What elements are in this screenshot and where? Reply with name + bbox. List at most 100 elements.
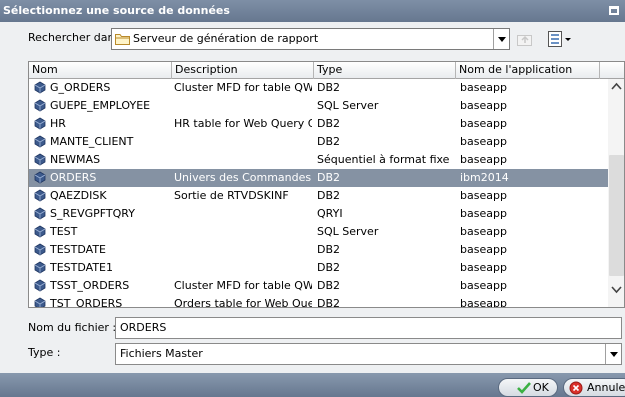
chevron-down-icon[interactable] <box>493 29 509 49</box>
row-type: DB2 <box>317 279 341 292</box>
table-row[interactable]: MANTE_CLIENT DB2 baseapp <box>29 133 608 151</box>
row-application: baseapp <box>460 261 507 274</box>
row-application: baseapp <box>460 297 507 308</box>
row-name-cell: TEST <box>29 223 171 241</box>
row-application: baseapp <box>460 135 507 148</box>
database-icon <box>34 297 46 307</box>
scroll-down-icon[interactable] <box>611 286 622 294</box>
row-description: Sortie de RTVDSKINF <box>174 189 289 202</box>
row-application: baseapp <box>460 117 507 130</box>
row-type: DB2 <box>317 189 341 202</box>
table-row[interactable]: NEWMAS Séquentiel à format fixe baseapp <box>29 151 608 169</box>
table-row[interactable]: TSST_ORDERS Cluster MFD for table QWQCEI D… <box>29 277 608 295</box>
row-application: baseapp <box>460 153 507 166</box>
cancel-icon <box>569 381 583 395</box>
row-name-cell: TESTDATE <box>29 241 171 259</box>
database-icon <box>34 117 46 130</box>
row-name-cell: G_ORDERS <box>29 79 171 97</box>
database-icon <box>34 135 46 148</box>
column-header-type[interactable]: Type <box>314 62 456 79</box>
row-type: DB2 <box>317 243 341 256</box>
database-icon <box>34 279 46 292</box>
row-name: ORDERS <box>50 171 97 184</box>
view-menu-icon[interactable] <box>547 30 573 48</box>
scrollbar-thumb[interactable] <box>609 155 624 276</box>
filename-label: Nom du fichier : <box>28 321 117 334</box>
cancel-button[interactable]: Annuler <box>563 378 625 397</box>
database-icon <box>34 243 46 256</box>
filename-input[interactable]: ORDERS <box>115 317 622 339</box>
table-row[interactable]: HR HR table for Web Query QWQ DB2 baseapp <box>29 115 608 133</box>
row-application: baseapp <box>460 189 507 202</box>
row-name-cell: TSST_ORDERS <box>29 277 171 295</box>
row-application: baseapp <box>460 81 507 94</box>
table-row[interactable]: GUEPE_EMPLOYEE SQL Server baseapp <box>29 97 608 115</box>
chevron-down-icon[interactable] <box>605 344 621 364</box>
table-row[interactable]: TESTDATE DB2 baseapp <box>29 241 608 259</box>
database-icon <box>34 189 46 202</box>
data-source-list[interactable]: Nom Description Type Nom de l'applicatio… <box>28 61 625 308</box>
row-name: G_ORDERS <box>50 81 111 94</box>
row-description: Univers des Commandes <box>174 171 312 184</box>
row-name: NEWMAS <box>50 153 101 166</box>
row-name-cell: TESTDATE1 <box>29 259 171 277</box>
type-dropdown[interactable]: Fichiers Master <box>115 343 622 365</box>
row-type: DB2 <box>317 261 341 274</box>
table-row[interactable]: ORDERS Univers des Commandes DB2 ibm2014 <box>29 169 608 187</box>
type-label: Type : <box>28 346 61 359</box>
row-description <box>172 259 312 277</box>
table-row[interactable]: TESTDATE1 DB2 baseapp <box>29 259 608 277</box>
row-name-cell: S_REVGPFTQRY <box>29 205 171 223</box>
folder-icon <box>115 34 130 45</box>
row-application: ibm2014 <box>460 171 509 184</box>
row-description <box>172 133 312 151</box>
scroll-up-icon[interactable] <box>611 82 622 90</box>
database-icon <box>34 207 46 220</box>
row-type: DB2 <box>317 171 341 184</box>
dialog-titlebar: Sélectionnez une source de données <box>0 0 625 22</box>
row-description: Cluster MFD for table QWQCEI <box>174 279 312 292</box>
row-description <box>172 223 312 241</box>
row-type: DB2 <box>317 81 341 94</box>
row-type: DB2 <box>317 297 341 308</box>
column-header-application[interactable]: Nom de l'application <box>456 62 600 79</box>
table-row[interactable]: QAEZDISK Sortie de RTVDSKINF DB2 baseapp <box>29 187 608 205</box>
lookin-value: Serveur de génération de rapport <box>133 32 319 45</box>
lookin-dropdown[interactable]: Serveur de génération de rapport <box>111 28 510 50</box>
column-header-description[interactable]: Description <box>172 62 314 79</box>
row-description <box>172 205 312 223</box>
row-name-cell: TST_ORDERS <box>29 295 171 308</box>
up-folder-icon[interactable] <box>517 32 533 46</box>
row-name: TESTDATE1 <box>50 261 113 274</box>
row-application: baseapp <box>460 207 507 220</box>
row-description: Orders table for Web Query O <box>174 297 312 308</box>
row-name-cell: NEWMAS <box>29 151 171 169</box>
ok-button[interactable]: OK <box>498 378 558 397</box>
row-type: SQL Server <box>317 225 379 238</box>
row-description <box>172 97 312 115</box>
row-application: baseapp <box>460 243 507 256</box>
row-application: baseapp <box>460 279 507 292</box>
ok-label: OK <box>533 381 549 394</box>
checkmark-icon <box>517 382 531 394</box>
row-description: Cluster MFD for table QWQCEI <box>174 81 312 94</box>
vertical-scrollbar[interactable] <box>608 79 624 307</box>
table-row[interactable]: TST_ORDERS Orders table for Web Query O DB… <box>29 295 608 308</box>
dialog-title: Sélectionnez une source de données <box>3 4 230 17</box>
type-value: Fichiers Master <box>120 347 203 360</box>
list-rows: G_ORDERS Cluster MFD for table QWQCEI DB2 b… <box>29 79 608 308</box>
row-name: TST_ORDERS <box>50 297 123 308</box>
row-name-cell: QAEZDISK <box>29 187 171 205</box>
database-icon <box>34 99 46 112</box>
row-name: HR <box>50 117 66 130</box>
table-row[interactable]: S_REVGPFTQRY QRYI baseapp <box>29 205 608 223</box>
row-name: QAEZDISK <box>50 189 107 202</box>
table-row[interactable]: TEST SQL Server baseapp <box>29 223 608 241</box>
row-name: MANTE_CLIENT <box>50 135 134 148</box>
table-row[interactable]: G_ORDERS Cluster MFD for table QWQCEI DB2 b… <box>29 79 608 97</box>
row-application: baseapp <box>460 99 507 112</box>
database-icon <box>34 153 46 166</box>
maximize-icon[interactable] <box>609 6 619 15</box>
row-type: SQL Server <box>317 99 379 112</box>
column-header-name[interactable]: Nom <box>29 62 172 79</box>
